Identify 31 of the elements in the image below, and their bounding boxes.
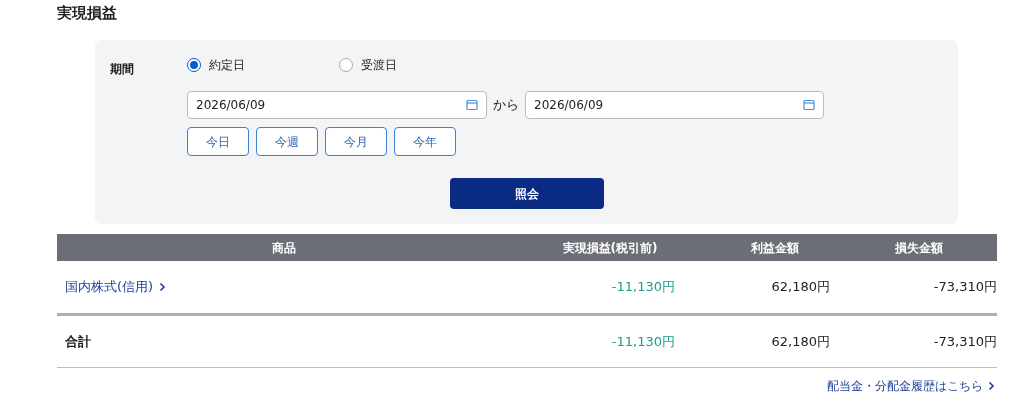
column-header: 利益金額 — [750, 239, 800, 257]
period-button[interactable]: 今月 — [325, 127, 387, 156]
total-label: 合計 — [65, 332, 91, 351]
column-header: 損失金額 — [893, 239, 944, 257]
search-button[interactable]: 照会 — [450, 178, 604, 209]
dividend-history-link[interactable]: 配当金・分配金履歴はこちら — [827, 377, 995, 395]
period-button[interactable]: 今週 — [256, 127, 318, 156]
amount-cell-text: -11,130円 — [611, 278, 675, 297]
period-button[interactable]: 今日 — [187, 127, 249, 156]
amount-cell-text: -11,130円 — [611, 332, 675, 351]
radio-button[interactable] — [339, 58, 353, 72]
period-button[interactable]: 今年 — [394, 127, 456, 156]
calendar-icon[interactable] — [803, 99, 815, 111]
amount-cell-text: 62,180円 — [771, 278, 830, 297]
page-title: 実現損益 — [57, 3, 118, 23]
radio-label: 受渡日 — [361, 57, 397, 74]
filter-label: 期間 — [110, 62, 134, 76]
column-header: 商品 — [270, 239, 297, 257]
chevron-right-icon — [988, 381, 995, 391]
date-field[interactable]: 2026/06/09 — [525, 91, 824, 119]
range-separator: から — [493, 96, 519, 115]
chevron-right-icon — [159, 282, 167, 292]
amount-cell-text: -73,310円 — [933, 332, 997, 351]
radio-button[interactable] — [187, 58, 201, 72]
radio-label: 約定日 — [209, 57, 245, 74]
column-header: 実現損益(税引前) — [561, 239, 659, 257]
amount-cell-text: 62,180円 — [771, 332, 830, 351]
product-link[interactable]: 国内株式(信用) — [65, 277, 167, 297]
calendar-icon[interactable] — [466, 99, 478, 111]
date-field[interactable]: 2026/06/09 — [187, 91, 487, 119]
amount-cell-text: -73,310円 — [933, 278, 997, 297]
